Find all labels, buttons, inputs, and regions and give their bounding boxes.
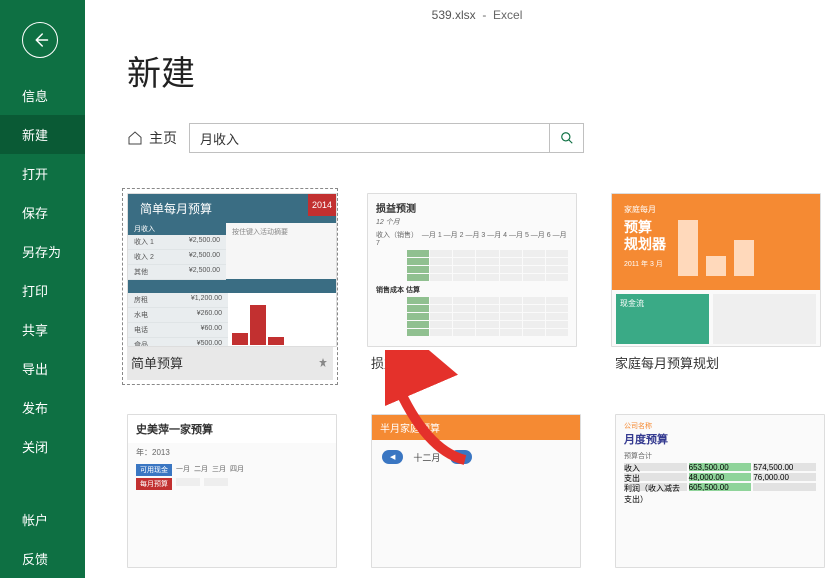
page-title: 新建	[127, 46, 827, 95]
template-thumb: 公司名称 月度预算 预算合计 收入653,500.00574,500.00 支出…	[615, 414, 825, 568]
template-profit-loss[interactable]: 损益预测 12 个月 收入（销售） —月 1 —月 2 —月 3 —月 4 —月…	[367, 193, 577, 380]
template-thumb: 简单每月预算2014 月收入收入 1¥2,500.00收入 2¥2,500.00…	[127, 193, 337, 347]
nav-saveas[interactable]: 另存为	[0, 232, 85, 271]
title-sep: -	[482, 8, 486, 22]
nav-open[interactable]: 打开	[0, 154, 85, 193]
nav-export[interactable]: 导出	[0, 349, 85, 388]
nav-publish[interactable]: 发布	[0, 388, 85, 427]
search-input[interactable]	[190, 124, 549, 152]
template-simple-budget[interactable]: 简单每月预算2014 月收入收入 1¥2,500.00收入 2¥2,500.00…	[125, 191, 335, 382]
backstage-sidebar: 信息 新建 打开 保存 另存为 打印 共享 导出 发布 关闭 帐户 反馈	[0, 0, 85, 578]
nav-info[interactable]: 信息	[0, 76, 85, 115]
nav-feedback[interactable]: 反馈	[0, 539, 85, 578]
nav-print[interactable]: 打印	[0, 271, 85, 310]
main-panel: 539.xlsx - Excel 新建 主页 简单每月预算2014 月收入收入 …	[85, 0, 827, 578]
search-icon	[560, 131, 574, 145]
template-thumb: 家庭每月预算 规划器2011 年 3 月 现金流	[611, 193, 821, 347]
nav-account[interactable]: 帐户	[0, 500, 85, 539]
search-box	[189, 123, 584, 153]
template-monthly-budget[interactable]: 公司名称 月度预算 预算合计 收入653,500.00574,500.00 支出…	[615, 414, 825, 568]
template-family-budget-planner[interactable]: 家庭每月预算 规划器2011 年 3 月 现金流 家庭每月预算规划	[611, 193, 821, 380]
titlebar: 539.xlsx - Excel	[127, 0, 827, 26]
template-semimonthly-budget[interactable]: 半月家庭预算 ◀十二月▶	[371, 414, 581, 568]
pin-icon[interactable]	[317, 357, 329, 369]
home-icon	[127, 130, 143, 146]
template-label: 家庭每月预算规划	[615, 353, 719, 372]
template-grid: 简单每月预算2014 月收入收入 1¥2,500.00收入 2¥2,500.00…	[127, 193, 827, 568]
title-filename: 539.xlsx	[432, 8, 476, 22]
template-family-budget[interactable]: 史美萍一家预算 年：2013 可用现金一月二月三月四月 每月预算	[127, 414, 337, 568]
nav-close[interactable]: 关闭	[0, 427, 85, 466]
search-button[interactable]	[549, 124, 583, 152]
nav-share[interactable]: 共享	[0, 310, 85, 349]
breadcrumb-home[interactable]: 主页	[127, 128, 177, 148]
back-button[interactable]	[22, 22, 58, 58]
template-label: 损益表	[371, 353, 410, 372]
search-row: 主页	[127, 123, 827, 153]
template-thumb: 史美萍一家预算 年：2013 可用现金一月二月三月四月 每月预算	[127, 414, 337, 568]
breadcrumb-label: 主页	[149, 128, 177, 148]
template-label: 简单预算	[131, 353, 183, 372]
nav-save[interactable]: 保存	[0, 193, 85, 232]
template-thumb: 损益预测 12 个月 收入（销售） —月 1 —月 2 —月 3 —月 4 —月…	[367, 193, 577, 347]
template-thumb: 半月家庭预算 ◀十二月▶	[371, 414, 581, 568]
back-arrow-icon	[31, 31, 49, 49]
nav-new[interactable]: 新建	[0, 115, 85, 154]
title-app: Excel	[493, 8, 522, 22]
